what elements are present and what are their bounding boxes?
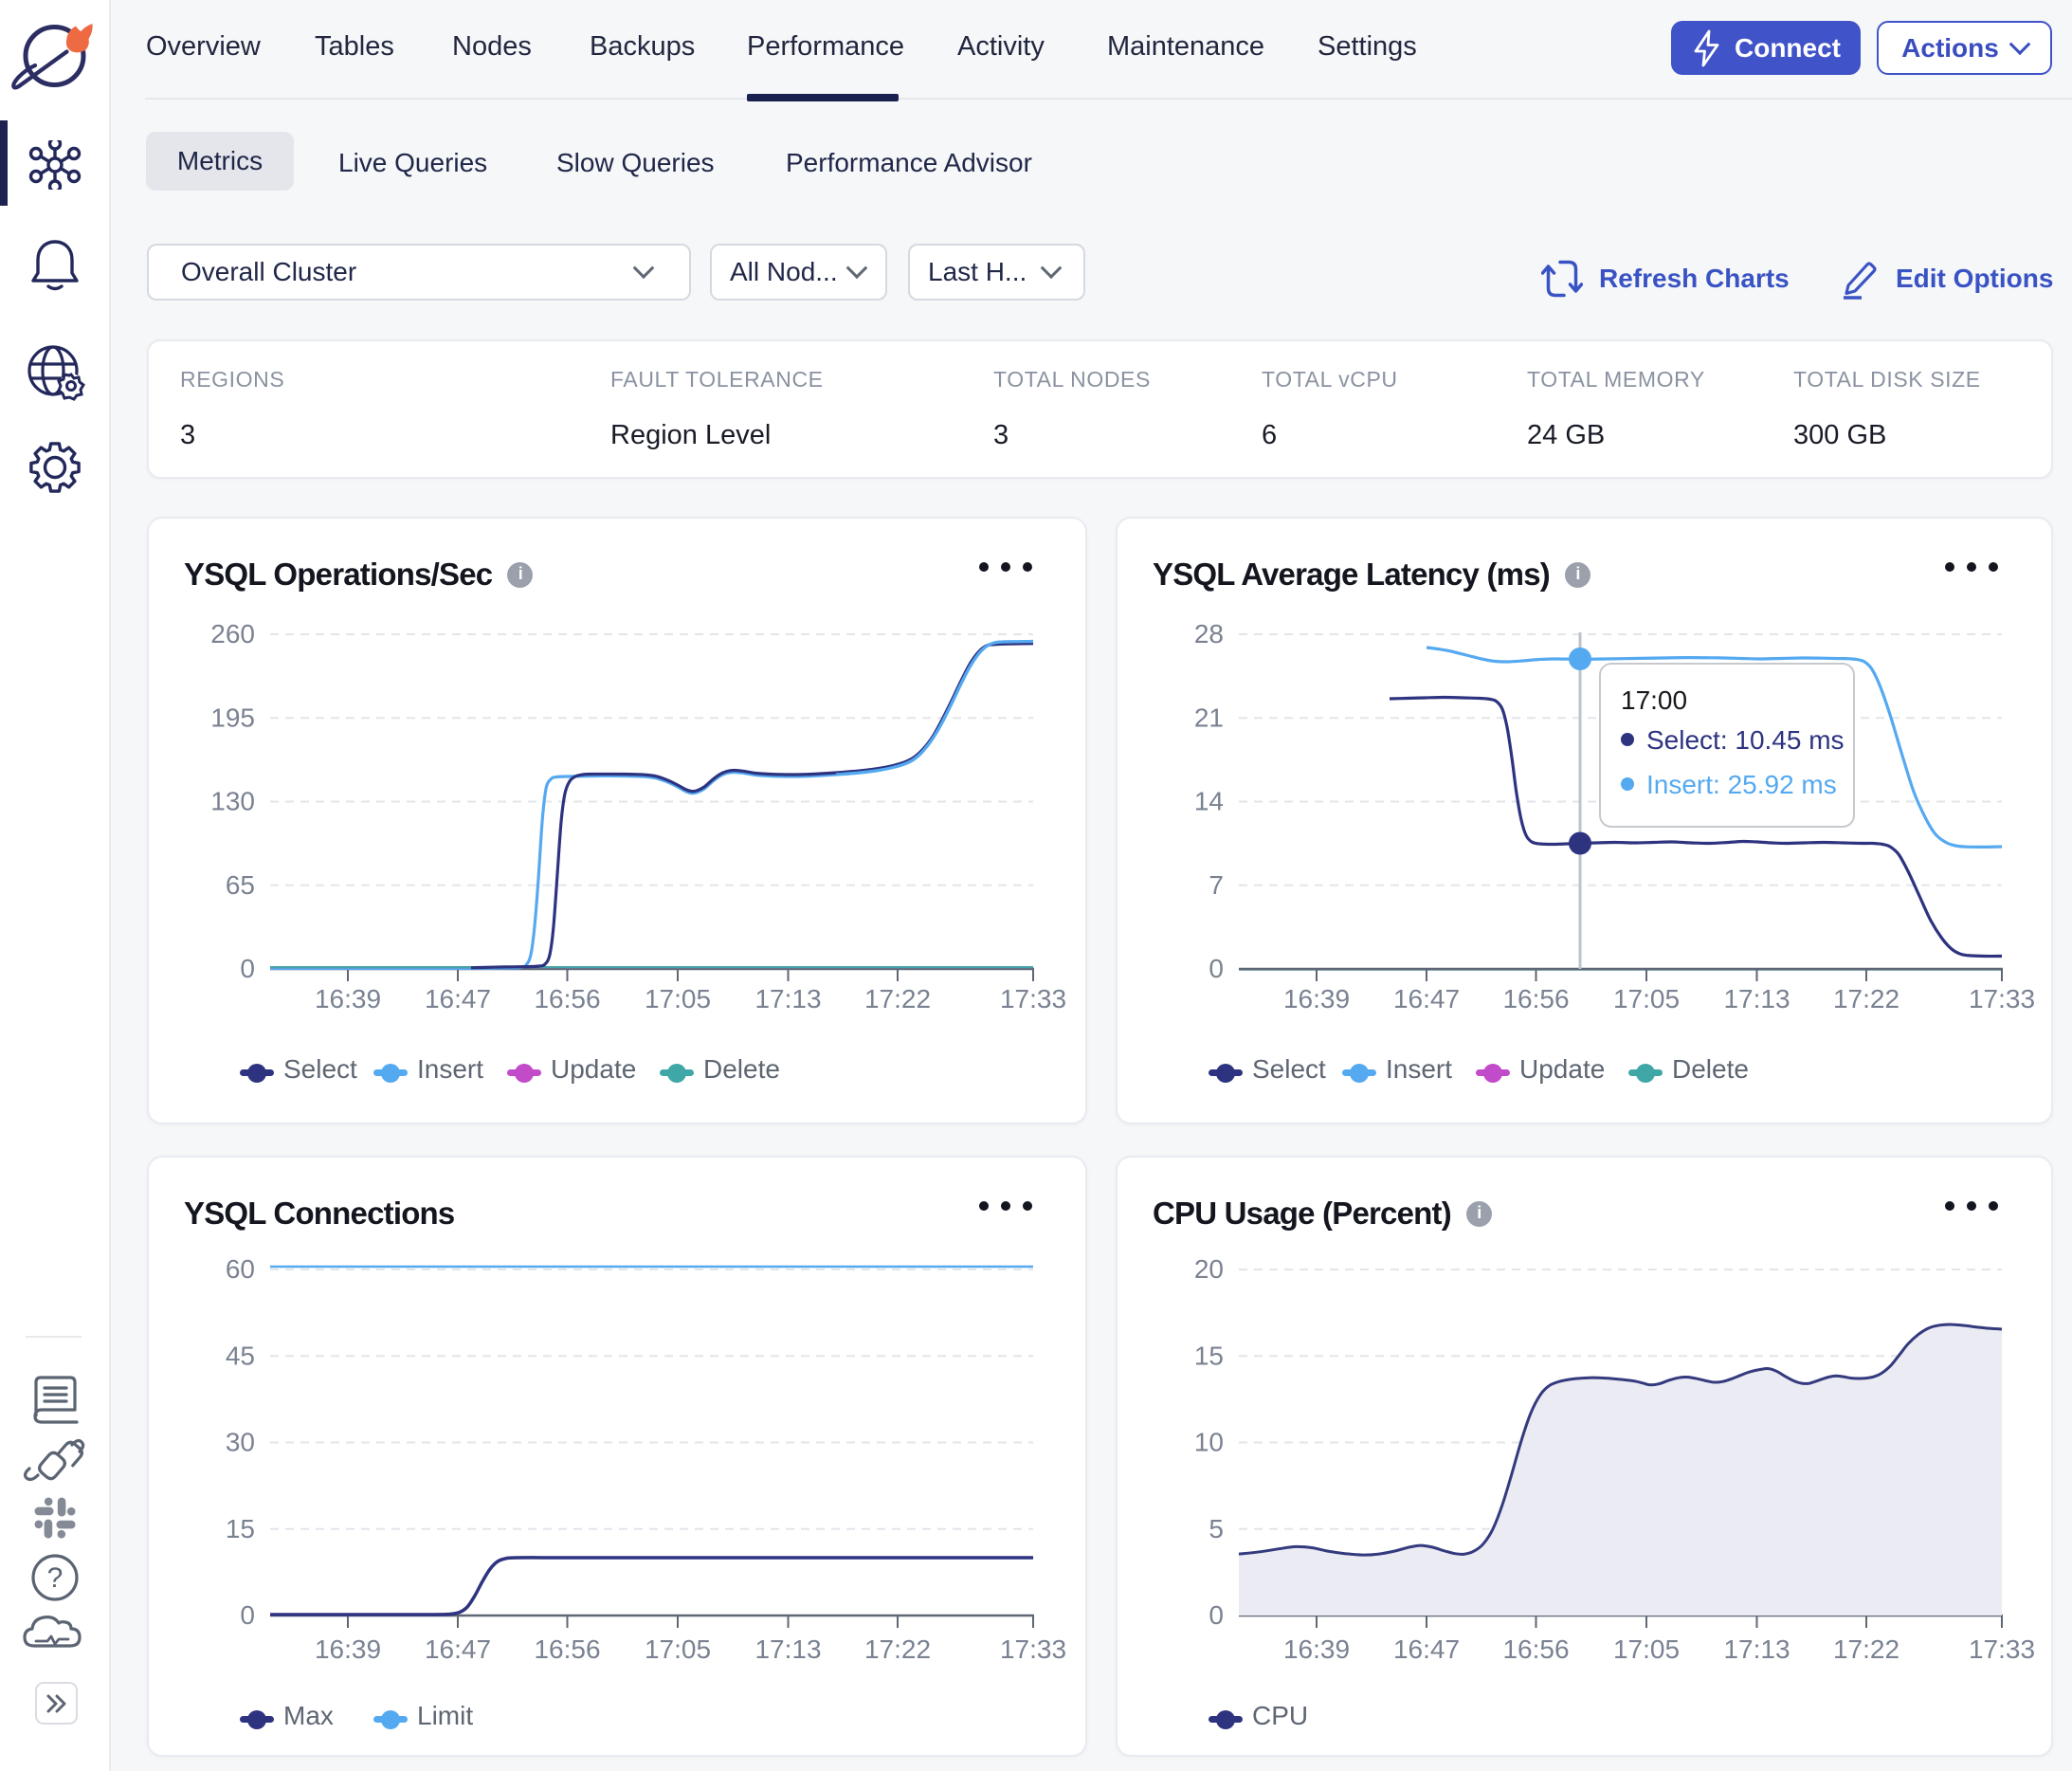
svg-text:17:05: 17:05 <box>645 984 711 1013</box>
svg-text:15: 15 <box>226 1514 255 1543</box>
svg-text:17:13: 17:13 <box>754 984 821 1013</box>
svg-text:28: 28 <box>1194 619 1224 648</box>
svg-text:60: 60 <box>226 1254 255 1284</box>
svg-text:16:39: 16:39 <box>315 984 381 1013</box>
svg-text:16:47: 16:47 <box>1393 1634 1460 1664</box>
svg-text:16:56: 16:56 <box>534 984 600 1013</box>
svg-text:0: 0 <box>1209 1600 1224 1630</box>
svg-text:14: 14 <box>1194 787 1224 816</box>
svg-text:20: 20 <box>1194 1254 1224 1284</box>
svg-text:Select: 10.45 ms: Select: 10.45 ms <box>1646 725 1845 755</box>
svg-text:17:05: 17:05 <box>1613 1634 1680 1664</box>
svg-text:17:13: 17:13 <box>1723 984 1790 1013</box>
svg-text:17:33: 17:33 <box>1969 984 2035 1013</box>
svg-text:260: 260 <box>210 619 255 648</box>
svg-text:17:13: 17:13 <box>1723 1634 1790 1664</box>
svg-text:16:39: 16:39 <box>315 1634 381 1664</box>
svg-text:17:22: 17:22 <box>1833 984 1899 1013</box>
svg-text:17:05: 17:05 <box>645 1634 711 1664</box>
svg-text:17:33: 17:33 <box>1969 1634 2035 1664</box>
svg-text:15: 15 <box>1194 1341 1224 1370</box>
svg-text:Insert: 25.92 ms: Insert: 25.92 ms <box>1646 770 1837 799</box>
svg-text:17:22: 17:22 <box>864 1634 931 1664</box>
svg-text:0: 0 <box>240 954 255 983</box>
svg-text:16:39: 16:39 <box>1283 984 1350 1013</box>
svg-text:16:56: 16:56 <box>1502 984 1569 1013</box>
svg-text:?: ? <box>47 1562 64 1594</box>
svg-text:45: 45 <box>226 1341 255 1370</box>
svg-text:17:05: 17:05 <box>1613 984 1680 1013</box>
svg-text:16:47: 16:47 <box>425 984 491 1013</box>
svg-text:16:39: 16:39 <box>1283 1634 1350 1664</box>
svg-text:7: 7 <box>1209 870 1224 900</box>
svg-text:17:00: 17:00 <box>1621 685 1687 715</box>
svg-text:195: 195 <box>210 703 255 732</box>
svg-text:30: 30 <box>226 1428 255 1457</box>
svg-text:17:33: 17:33 <box>1000 984 1066 1013</box>
svg-text:16:56: 16:56 <box>534 1634 600 1664</box>
svg-text:16:47: 16:47 <box>1393 984 1460 1013</box>
svg-text:5: 5 <box>1209 1514 1224 1543</box>
svg-text:17:22: 17:22 <box>1833 1634 1899 1664</box>
svg-text:0: 0 <box>240 1600 255 1630</box>
svg-text:10: 10 <box>1194 1428 1224 1457</box>
svg-text:16:47: 16:47 <box>425 1634 491 1664</box>
svg-text:0: 0 <box>1209 954 1224 983</box>
svg-text:65: 65 <box>226 870 255 900</box>
svg-text:21: 21 <box>1194 703 1224 732</box>
svg-text:17:22: 17:22 <box>864 984 931 1013</box>
svg-text:17:13: 17:13 <box>754 1634 821 1664</box>
svg-text:17:33: 17:33 <box>1000 1634 1066 1664</box>
svg-text:16:56: 16:56 <box>1502 1634 1569 1664</box>
svg-text:130: 130 <box>210 787 255 816</box>
